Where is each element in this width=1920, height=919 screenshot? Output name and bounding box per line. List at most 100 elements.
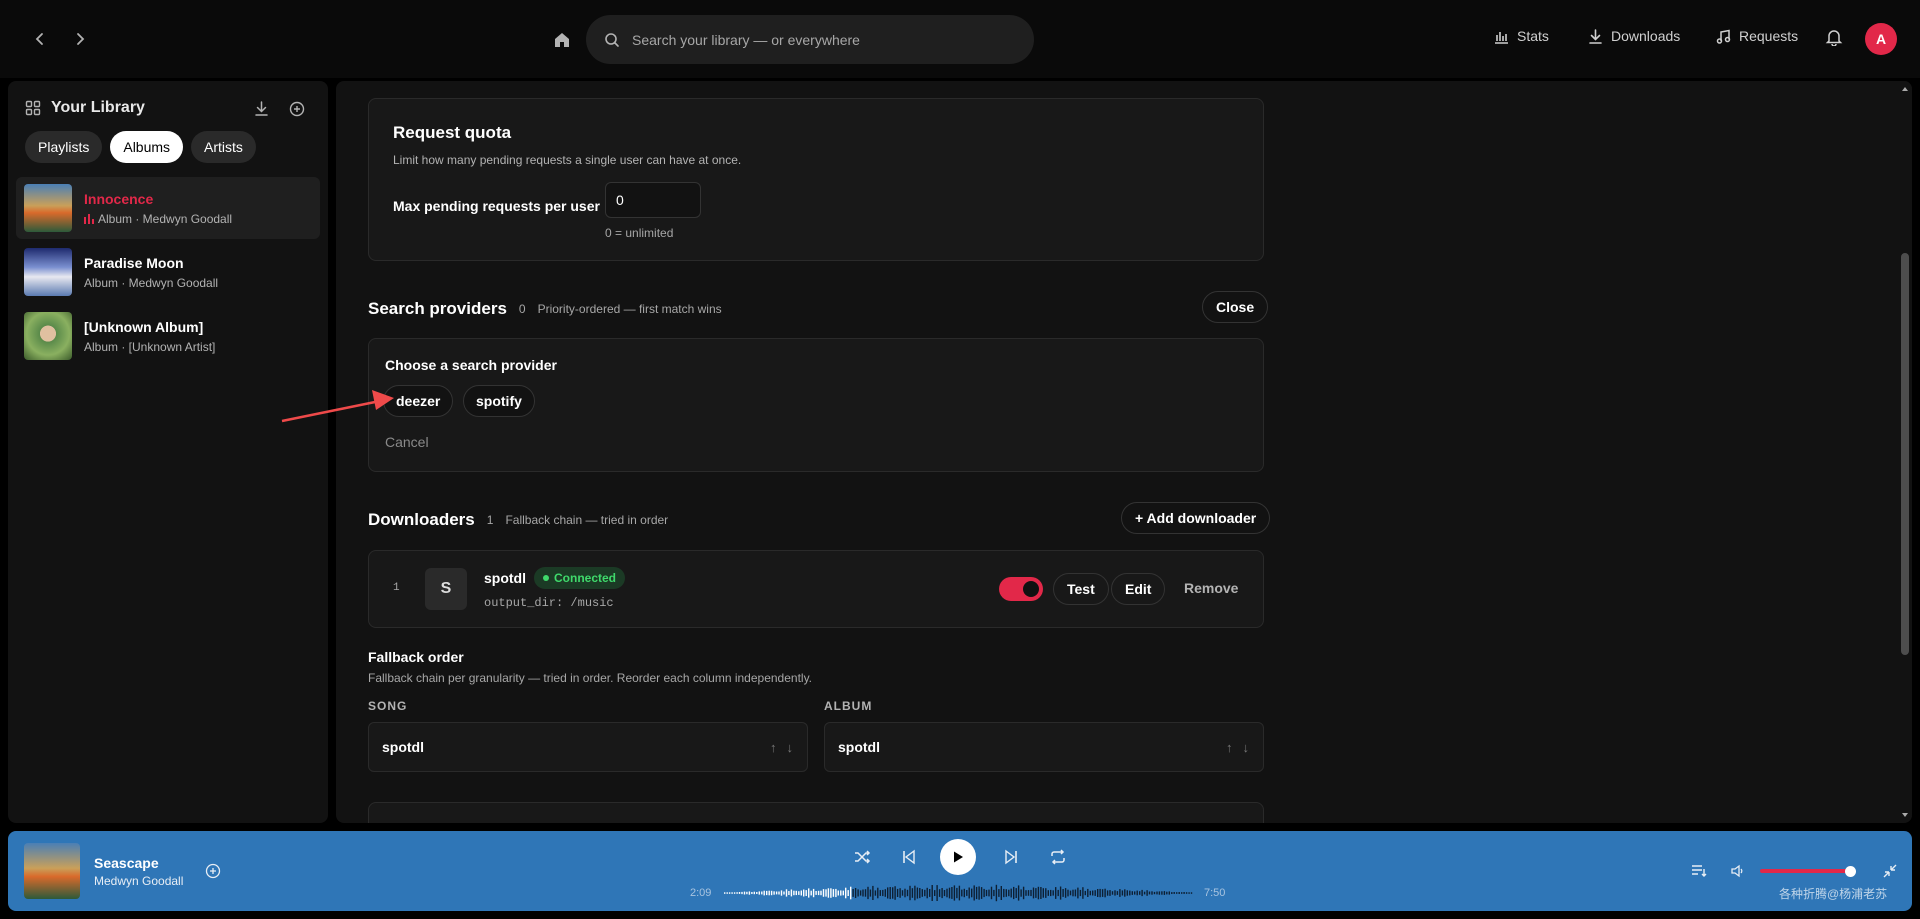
arrow-up-icon[interactable]: ↑ bbox=[1226, 740, 1233, 755]
waveform-bar bbox=[998, 889, 1000, 897]
waveform-bar bbox=[785, 889, 788, 897]
waveform-bar bbox=[1057, 889, 1059, 897]
library-add-button[interactable] bbox=[289, 101, 309, 121]
waveform-bar bbox=[1099, 888, 1101, 898]
now-playing-artist[interactable]: Medwyn Goodall bbox=[94, 874, 183, 888]
library-header[interactable]: Your Library bbox=[25, 99, 145, 117]
forward-button[interactable] bbox=[68, 27, 92, 51]
waveform-bar bbox=[911, 888, 914, 898]
main-scrollbar[interactable] bbox=[1898, 81, 1912, 823]
waveform-bar bbox=[919, 888, 921, 899]
home-button[interactable] bbox=[550, 28, 574, 52]
cancel-button[interactable]: Cancel bbox=[385, 434, 429, 450]
downloaders-header: Downloaders 1 Fallback chain — tried in … bbox=[368, 510, 668, 530]
waveform-bar bbox=[1183, 892, 1185, 894]
waveform-bar bbox=[1136, 890, 1138, 896]
now-playing-title[interactable]: Seascape bbox=[94, 855, 159, 871]
repeat-icon[interactable] bbox=[1048, 847, 1068, 867]
waveform-bar bbox=[877, 887, 879, 899]
arrow-down-icon[interactable]: ↓ bbox=[787, 740, 794, 755]
waveform-bar bbox=[946, 888, 948, 898]
waveform-bar bbox=[1069, 890, 1072, 896]
waveform-bar bbox=[892, 887, 894, 899]
waveform-bar bbox=[1163, 891, 1166, 895]
test-button[interactable]: Test bbox=[1053, 573, 1109, 605]
fallback-order-title: Fallback order bbox=[368, 649, 464, 665]
now-playing-cover[interactable] bbox=[24, 843, 80, 899]
downloader-row: 1 S spotdl Connected output_dir: /music … bbox=[368, 550, 1264, 628]
scroll-up-icon[interactable] bbox=[1898, 83, 1912, 95]
waveform-bar bbox=[1104, 888, 1106, 898]
search-bar[interactable] bbox=[586, 15, 1034, 64]
home-icon bbox=[555, 33, 569, 47]
add-downloader-button[interactable]: + Add downloader bbox=[1121, 502, 1271, 534]
waveform-bar bbox=[904, 888, 906, 898]
album-subtitle: Album · Medwyn Goodall bbox=[98, 211, 233, 226]
downloads-link[interactable]: Downloads bbox=[1588, 28, 1680, 44]
list-item[interactable]: Innocence Album · Medwyn Goodall bbox=[16, 177, 320, 239]
waveform-progress[interactable] bbox=[724, 883, 1194, 903]
waveform-bar bbox=[724, 892, 726, 894]
volume-slider[interactable] bbox=[1760, 869, 1850, 873]
downloader-enabled-toggle[interactable] bbox=[999, 577, 1043, 601]
waveform-bar bbox=[1040, 887, 1042, 899]
waveform-bar bbox=[1003, 888, 1005, 898]
scroll-down-icon[interactable] bbox=[1898, 809, 1912, 821]
arrow-up-icon[interactable]: ↑ bbox=[770, 740, 777, 755]
play-button[interactable] bbox=[940, 839, 976, 875]
waveform-bar bbox=[941, 888, 943, 899]
filter-albums[interactable]: Albums bbox=[110, 131, 184, 163]
waveform-bar bbox=[761, 891, 763, 895]
list-item[interactable]: [Unknown Album] Album · [Unknown Artist] bbox=[16, 305, 320, 367]
add-to-library-icon[interactable] bbox=[205, 863, 221, 879]
avatar[interactable]: A bbox=[1865, 23, 1897, 55]
waveform-bar bbox=[1129, 890, 1131, 896]
queue-icon[interactable] bbox=[1691, 863, 1707, 879]
waveform-bar bbox=[1178, 892, 1180, 894]
waveform-bar bbox=[951, 887, 953, 899]
waveform-bar bbox=[810, 890, 812, 896]
waveform-bar bbox=[953, 885, 956, 901]
album-fallback-item: spotdl ↑ ↓ bbox=[824, 722, 1264, 772]
waveform-bar bbox=[736, 892, 738, 894]
downloader-name: spotdl bbox=[484, 570, 526, 586]
list-item[interactable]: Paradise Moon Album · Medwyn Goodall bbox=[16, 241, 320, 303]
waveform-bar bbox=[852, 889, 854, 897]
elapsed-time: 2:09 bbox=[690, 887, 712, 899]
waveform-bar bbox=[1156, 891, 1158, 895]
waveform-bar bbox=[1190, 892, 1193, 894]
remove-button[interactable]: Remove bbox=[1184, 580, 1238, 596]
close-button[interactable]: Close bbox=[1202, 291, 1269, 323]
filter-playlists[interactable]: Playlists bbox=[25, 131, 103, 163]
downloaders-count: 1 bbox=[486, 513, 494, 527]
max-pending-input[interactable] bbox=[605, 182, 701, 218]
waveform-bar bbox=[1173, 892, 1175, 894]
waveform-bar bbox=[790, 889, 793, 897]
search-input[interactable] bbox=[632, 31, 992, 48]
requests-link[interactable]: Requests bbox=[1716, 28, 1798, 44]
volume-knob[interactable] bbox=[1845, 866, 1856, 877]
scroll-thumb[interactable] bbox=[1901, 253, 1909, 655]
shuffle-icon[interactable] bbox=[852, 847, 872, 867]
edit-button[interactable]: Edit bbox=[1111, 573, 1166, 605]
waveform-bar bbox=[738, 892, 741, 894]
stats-link[interactable]: Stats bbox=[1494, 28, 1549, 44]
waveform-bar bbox=[748, 891, 751, 895]
watermark: 各种折腾@杨浦老苏 bbox=[1779, 887, 1888, 901]
arrow-down-icon[interactable]: ↓ bbox=[1243, 740, 1250, 755]
waveform-bar bbox=[830, 888, 832, 898]
notifications-button[interactable] bbox=[1825, 28, 1847, 50]
filter-artists[interactable]: Artists bbox=[191, 131, 256, 163]
waveform-bar bbox=[916, 887, 919, 899]
provider-option-spotify[interactable]: spotify bbox=[463, 385, 535, 417]
library-download-button[interactable] bbox=[254, 101, 274, 121]
previous-icon[interactable] bbox=[899, 847, 919, 867]
album-fallback-value: spotdl bbox=[838, 739, 880, 755]
back-button[interactable] bbox=[28, 27, 52, 51]
next-icon[interactable] bbox=[1001, 847, 1021, 867]
provider-option-deezer[interactable]: deezer bbox=[383, 385, 454, 417]
waveform-bar bbox=[753, 891, 755, 895]
album-cover bbox=[24, 248, 72, 296]
volume-icon[interactable] bbox=[1730, 863, 1746, 879]
collapse-icon[interactable] bbox=[1882, 863, 1898, 879]
